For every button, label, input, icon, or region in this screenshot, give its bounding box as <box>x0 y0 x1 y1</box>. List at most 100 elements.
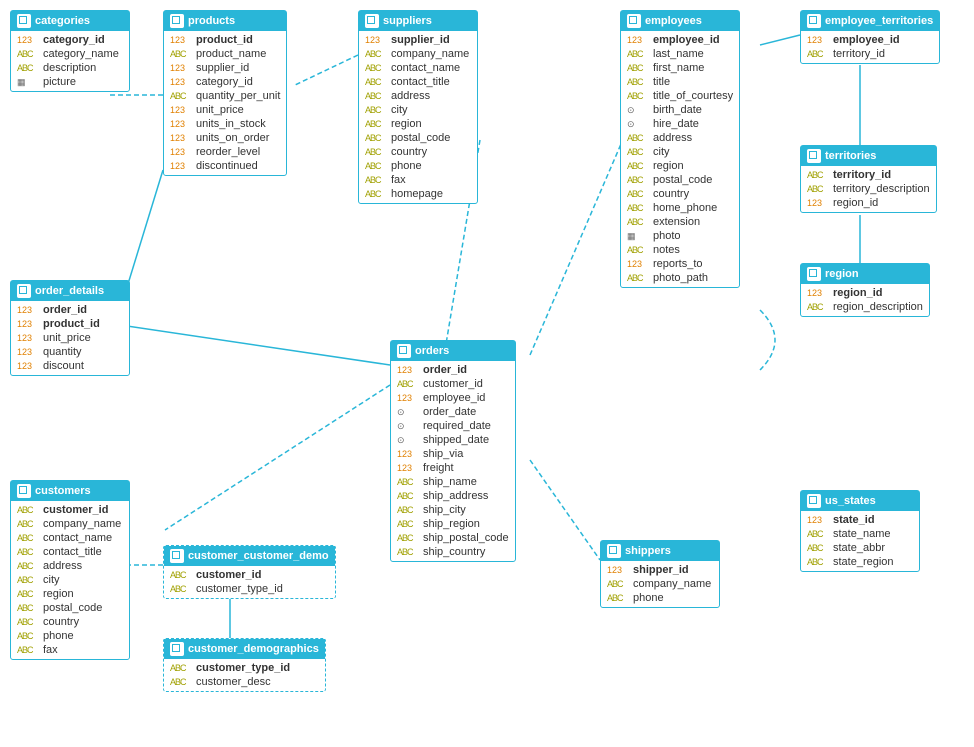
field-name-ship_country: ship_country <box>423 546 485 558</box>
field-row-postal_code: ABCpostal_code <box>359 131 477 145</box>
field-name-supplier_id: supplier_id <box>196 62 249 74</box>
field-name-address: address <box>43 560 82 572</box>
field-icon-company_name: ABC <box>365 49 387 59</box>
field-name-customer_id: customer_id <box>196 569 261 581</box>
field-name-units_in_stock: units_in_stock <box>196 118 266 130</box>
field-icon-country: ABC <box>627 189 649 199</box>
field-icon-discount: 123 <box>17 361 39 371</box>
table-icon-suppliers <box>365 14 379 28</box>
field-row-reports_to: 123reports_to <box>621 257 739 271</box>
table-header-orders: orders <box>391 341 515 361</box>
field-name-postal_code: postal_code <box>43 602 102 614</box>
field-name-region: region <box>43 588 74 600</box>
field-icon-address: ABC <box>365 91 387 101</box>
field-name-quantity_per_unit: quantity_per_unit <box>196 90 280 102</box>
field-icon-photo_path: ABC <box>627 273 649 283</box>
field-icon-product_name: ABC <box>170 49 192 59</box>
field-icon-address: ABC <box>17 561 39 571</box>
table-header-shippers: shippers <box>601 541 719 561</box>
er-diagram-canvas: categories123category_idABCcategory_name… <box>0 0 974 747</box>
field-row-product_id: 123product_id <box>11 317 129 331</box>
field-icon-supplier_id: 123 <box>170 63 192 73</box>
field-name-customer_type_id: customer_type_id <box>196 583 283 595</box>
field-row-region_id: 123region_id <box>801 196 936 210</box>
field-name-photo_path: photo_path <box>653 272 708 284</box>
field-icon-region: ABC <box>365 119 387 129</box>
field-row-freight: 123freight <box>391 461 515 475</box>
field-name-order_date: order_date <box>423 406 476 418</box>
table-title-orders: orders <box>415 345 449 357</box>
field-row-phone: ABCphone <box>11 629 129 643</box>
field-row-phone: ABCphone <box>601 591 719 605</box>
table-header-employee_territories: employee_territories <box>801 11 939 31</box>
field-icon-category_id: 123 <box>170 77 192 87</box>
field-name-region_id: region_id <box>833 287 883 299</box>
field-icon-state_abbr: ABC <box>807 543 829 553</box>
field-row-description: ABCdescription <box>11 61 129 75</box>
field-row-ship_country: ABCship_country <box>391 545 515 559</box>
field-icon-city: ABC <box>627 147 649 157</box>
table-header-customers: customers <box>11 481 129 501</box>
table-orders: orders123order_idABCcustomer_id123employ… <box>390 340 516 562</box>
field-name-extension: extension <box>653 216 700 228</box>
field-name-state_id: state_id <box>833 514 875 526</box>
field-row-customer_type_id: ABCcustomer_type_id <box>164 661 325 675</box>
field-name-postal_code: postal_code <box>391 132 450 144</box>
field-name-phone: phone <box>633 592 664 604</box>
field-name-ship_address: ship_address <box>423 490 488 502</box>
field-name-employee_id: employee_id <box>423 392 485 404</box>
field-row-order_id: 123order_id <box>11 303 129 317</box>
field-icon-units_on_order: 123 <box>170 133 192 143</box>
table-title-products: products <box>188 15 235 27</box>
field-name-ship_via: ship_via <box>423 448 463 460</box>
table-header-categories: categories <box>11 11 129 31</box>
field-icon-contact_name: ABC <box>365 63 387 73</box>
field-row-region_description: ABCregion_description <box>801 300 929 314</box>
field-icon-postal_code: ABC <box>17 603 39 613</box>
field-name-contact_name: contact_name <box>43 532 112 544</box>
field-row-customer_type_id: ABCcustomer_type_id <box>164 582 335 596</box>
field-icon-description: ABC <box>17 63 39 73</box>
field-row-customer_id: ABCcustomer_id <box>164 568 335 582</box>
field-name-ship_city: ship_city <box>423 504 466 516</box>
table-region: region123region_idABCregion_description <box>800 263 930 317</box>
field-icon-state_id: 123 <box>807 515 829 525</box>
table-header-employees: employees <box>621 11 739 31</box>
field-name-ship_postal_code: ship_postal_code <box>423 532 509 544</box>
field-name-phone: phone <box>391 160 422 172</box>
field-row-postal_code: ABC postal_code <box>11 601 129 615</box>
field-icon-company_name: ABC <box>17 519 39 529</box>
field-icon-company_name: ABC <box>607 579 629 589</box>
table-categories: categories123category_idABCcategory_name… <box>10 10 130 92</box>
field-icon-birth_date: ⊙ <box>627 105 649 116</box>
field-name-product_id: product_id <box>196 34 253 46</box>
field-row-customer_id: ABCcustomer_id <box>391 377 515 391</box>
field-name-order_id: order_id <box>423 364 467 376</box>
field-name-title: title <box>653 76 670 88</box>
table-title-employee_territories: employee_territories <box>825 15 933 27</box>
field-icon-ship_name: ABC <box>397 477 419 487</box>
table-header-us_states: us_states <box>801 491 919 511</box>
field-name-region_id: region_id <box>833 197 878 209</box>
field-name-company_name: company_name <box>633 578 711 590</box>
field-name-photo: photo <box>653 230 681 242</box>
table-icon-employees <box>627 14 641 28</box>
field-icon-homepage: ABC <box>365 189 387 199</box>
field-name-supplier_id: supplier_id <box>391 34 450 46</box>
field-icon-ship_region: ABC <box>397 519 419 529</box>
field-name-title_of_courtesy: title_of_courtesy <box>653 90 733 102</box>
field-name-customer_type_id: customer_type_id <box>196 662 290 674</box>
field-row-units_in_stock: 123units_in_stock <box>164 117 286 131</box>
field-row-hire_date: ⊙hire_date <box>621 117 739 131</box>
field-name-discount: discount <box>43 360 84 372</box>
field-name-region: region <box>391 118 422 130</box>
table-customer_customer_demo: customer_customer_demoABCcustomer_idABCc… <box>163 545 336 599</box>
table-employees: employees123employee_idABClast_nameABCfi… <box>620 10 740 288</box>
field-name-contact_title: contact_title <box>391 76 450 88</box>
field-row-state_name: ABCstate_name <box>801 527 919 541</box>
table-icon-products <box>170 14 184 28</box>
field-name-state_abbr: state_abbr <box>833 542 885 554</box>
field-icon-country: ABC <box>365 147 387 157</box>
table-order_details: order_details123order_id123product_id123… <box>10 280 130 376</box>
field-name-ship_region: ship_region <box>423 518 480 530</box>
